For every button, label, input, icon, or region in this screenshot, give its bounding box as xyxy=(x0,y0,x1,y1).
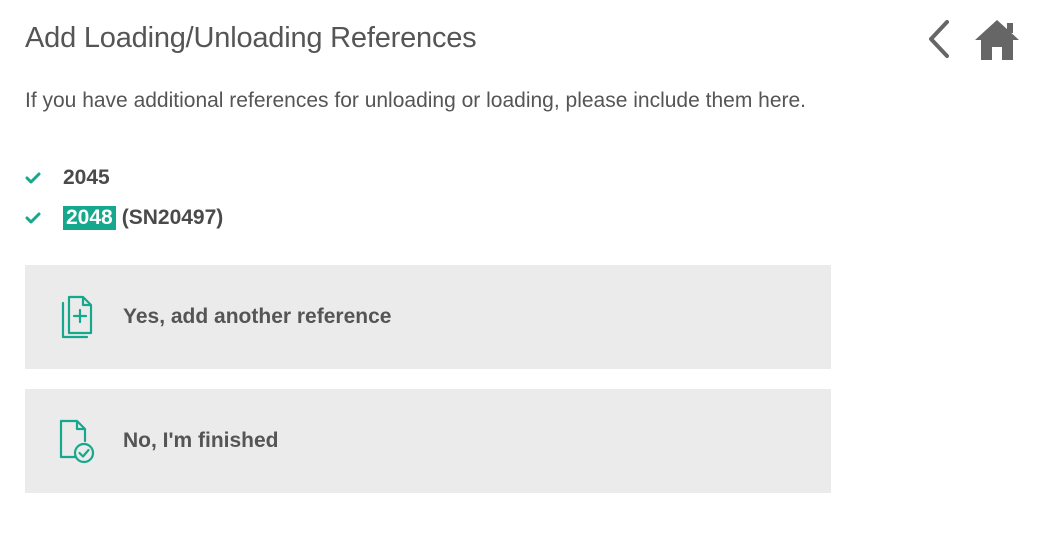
page: Add Loading/Unloading References If you … xyxy=(0,0,1041,535)
finished-button[interactable]: No, I'm finished xyxy=(25,389,831,493)
add-another-reference-label: Yes, add another reference xyxy=(123,305,392,328)
reference-item: 2048 (SN20497) xyxy=(25,198,223,238)
home-icon xyxy=(975,20,1019,60)
back-button[interactable] xyxy=(925,18,955,60)
header: Add Loading/Unloading References xyxy=(25,18,1025,66)
intro-text: If you have additional references for un… xyxy=(25,89,807,112)
check-icon xyxy=(25,172,41,184)
reference-list: 2045 2048 (SN20497) xyxy=(25,158,223,238)
home-button[interactable] xyxy=(973,18,1021,62)
reference-number-highlighted: 2048 xyxy=(63,206,116,230)
add-document-icon xyxy=(61,295,93,339)
reference-item: 2045 xyxy=(25,158,223,198)
document-check-icon xyxy=(59,419,95,464)
page-title: Add Loading/Unloading References xyxy=(25,22,477,54)
check-icon xyxy=(25,212,41,224)
chevron-left-icon xyxy=(929,20,949,58)
add-another-reference-button[interactable]: Yes, add another reference xyxy=(25,265,831,369)
reference-extra: (SN20497) xyxy=(121,206,224,229)
reference-number: 2045 xyxy=(63,166,110,189)
finished-label: No, I'm finished xyxy=(123,429,279,452)
